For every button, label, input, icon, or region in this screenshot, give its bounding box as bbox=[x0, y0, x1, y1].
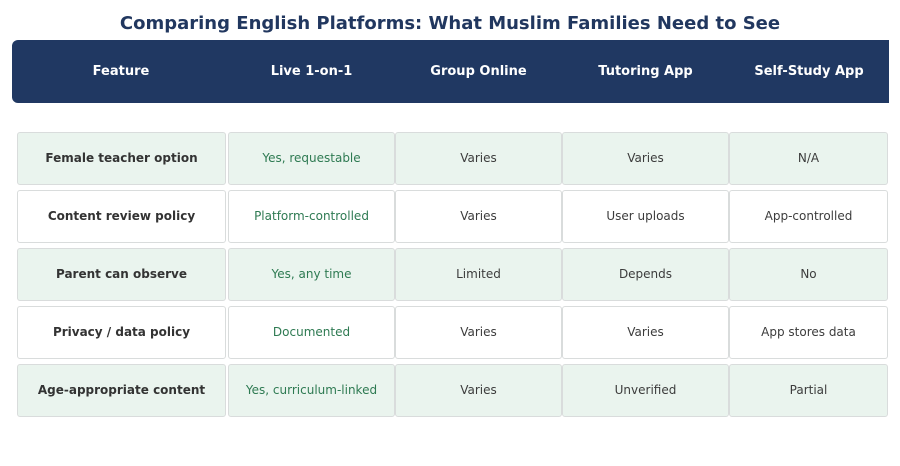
group-cell: Limited bbox=[395, 248, 562, 301]
feature-cell: Female teacher option bbox=[17, 132, 226, 185]
group-cell: Varies bbox=[395, 306, 562, 359]
tutoring-cell: Depends bbox=[562, 248, 729, 301]
page-title: Comparing English Platforms: What Muslim… bbox=[119, 13, 781, 34]
column-header-selfstudy: Self-Study App bbox=[754, 64, 864, 79]
live-cell: Platform-controlled bbox=[228, 190, 395, 243]
column-header-group: Group Online bbox=[430, 64, 527, 79]
live-cell: Yes, curriculum-linked bbox=[228, 364, 395, 417]
live-cell: Yes, any time bbox=[228, 248, 395, 301]
tutoring-cell: Unverified bbox=[562, 364, 729, 417]
group-cell: Varies bbox=[395, 190, 562, 243]
live-cell: Documented bbox=[228, 306, 395, 359]
column-header-tutoring: Tutoring App bbox=[598, 64, 693, 79]
tutoring-cell: User uploads bbox=[562, 190, 729, 243]
feature-cell: Content review policy bbox=[17, 190, 226, 243]
column-header-live: Live 1-on-1 bbox=[270, 64, 353, 79]
feature-cell: Privacy / data policy bbox=[17, 306, 226, 359]
selfstudy-cell: N/A bbox=[729, 132, 888, 185]
column-header-feature: Feature bbox=[92, 64, 150, 79]
live-cell: Yes, requestable bbox=[228, 132, 395, 185]
tutoring-cell: Varies bbox=[562, 306, 729, 359]
feature-cell: Parent can observe bbox=[17, 248, 226, 301]
selfstudy-cell: No bbox=[729, 248, 888, 301]
selfstudy-cell: App stores data bbox=[729, 306, 888, 359]
feature-cell: Age-appropriate content bbox=[17, 364, 226, 417]
tutoring-cell: Varies bbox=[562, 132, 729, 185]
selfstudy-cell: App-controlled bbox=[729, 190, 888, 243]
group-cell: Varies bbox=[395, 132, 562, 185]
group-cell: Varies bbox=[395, 364, 562, 417]
selfstudy-cell: Partial bbox=[729, 364, 888, 417]
